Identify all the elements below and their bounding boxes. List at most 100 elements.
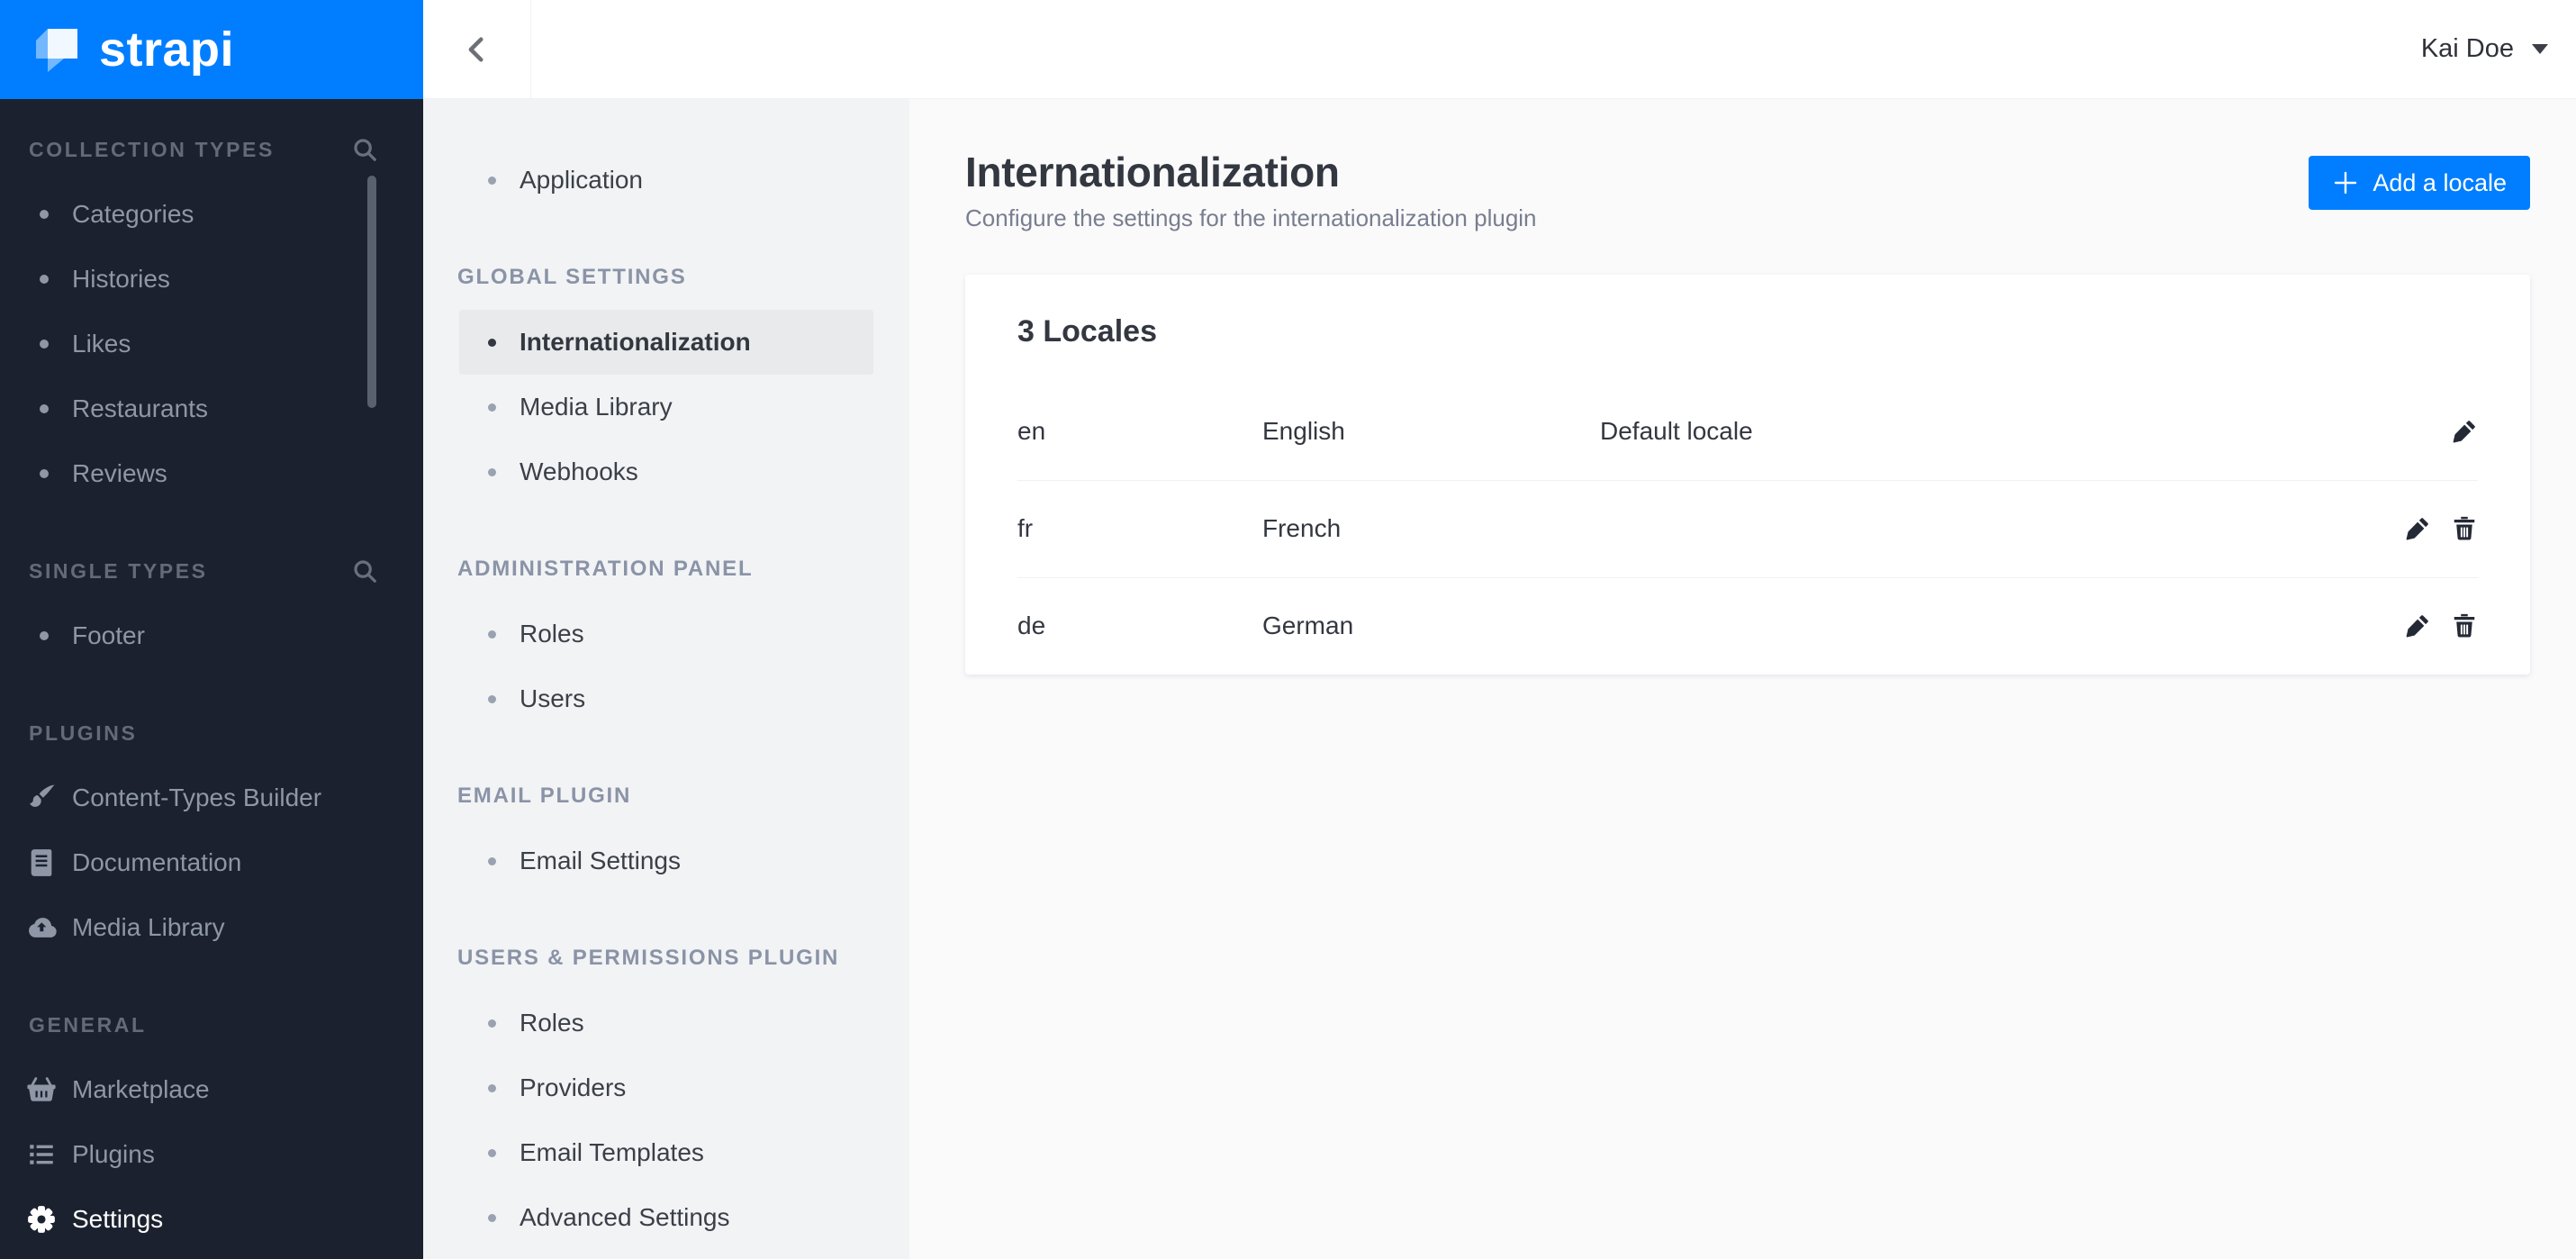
main-content: Internationalization Configure the setti… — [909, 99, 2576, 1259]
settings-item-webhooks[interactable]: Webhooks — [459, 439, 873, 504]
list-icon — [25, 1139, 58, 1170]
row-actions — [2404, 515, 2478, 542]
section-title: COLLECTION TYPES — [29, 137, 275, 161]
bullet-icon — [40, 340, 49, 349]
delete-locale-button[interactable] — [2451, 612, 2478, 639]
strapi-logo-icon — [34, 27, 79, 72]
pencil-icon — [2406, 615, 2428, 638]
bullet-icon — [488, 694, 496, 703]
strapi-admin: strapi COLLECTION TYPES Categories Histo… — [0, 0, 2576, 1259]
sidebar-item-label: Plugins — [72, 1140, 155, 1168]
settings-group-title-email-plugin: EMAIL PLUGIN — [457, 783, 632, 808]
section-header: PLUGINS — [0, 701, 423, 765]
locales-card: 3 Locales en English Default locale fr F… — [965, 275, 2530, 675]
settings-item-label: Application — [520, 166, 643, 194]
user-menu[interactable]: Kai Doe — [2421, 34, 2576, 64]
sidebar-item-histories[interactable]: Histories — [0, 247, 423, 312]
sidebar-item-likes[interactable]: Likes — [0, 312, 423, 376]
sidebar-item-label: Settings — [72, 1205, 164, 1233]
pencil-icon — [2453, 421, 2475, 443]
locale-row-fr[interactable]: fr French — [965, 480, 2530, 577]
settings-item-label: Roles — [520, 620, 584, 648]
trash-icon — [2454, 614, 2475, 638]
bullet-icon — [40, 404, 49, 413]
settings-item-providers[interactable]: Providers — [459, 1055, 873, 1120]
paint-brush-icon — [25, 783, 58, 813]
strapi-logo-text: strapi — [99, 23, 235, 77]
cloud-upload-icon — [25, 912, 58, 943]
page-subtitle: Configure the settings for the internati… — [965, 204, 1537, 232]
sidebar-item-settings[interactable]: Settings — [0, 1187, 423, 1252]
trash-icon — [2454, 517, 2475, 540]
search-icon[interactable] — [351, 557, 378, 584]
settings-item-label: Email Settings — [520, 847, 681, 874]
locale-row-en[interactable]: en English Default locale — [965, 383, 2530, 480]
sidebar-item-footer[interactable]: Footer — [0, 603, 423, 668]
sidebar-item-label: Likes — [72, 330, 131, 358]
settings-group-title-users-permissions-plugin: USERS & PERMISSIONS PLUGIN — [457, 946, 840, 970]
bullet-icon — [488, 338, 496, 347]
settings-item-media-library[interactable]: Media Library — [459, 375, 873, 439]
settings-group-title-administration-panel: ADMINISTRATION PANEL — [457, 557, 754, 581]
back-button[interactable] — [423, 0, 531, 98]
sidebar-section-collection-types: COLLECTION TYPES Categories Histories Li… — [0, 117, 423, 506]
settings-item-internationalization[interactable]: Internationalization — [459, 310, 873, 375]
bullet-icon — [40, 469, 49, 478]
sidebar-item-marketplace[interactable]: Marketplace — [0, 1057, 423, 1122]
sidebar-item-label: Histories — [72, 265, 170, 293]
settings-item-application[interactable]: Application — [459, 148, 873, 213]
settings-item-admin-users[interactable]: Users — [459, 666, 873, 731]
shopping-basket-icon — [25, 1074, 58, 1105]
settings-item-up-roles[interactable]: Roles — [459, 991, 873, 1055]
locale-code: en — [1017, 417, 1046, 446]
section-title: SINGLE TYPES — [29, 558, 208, 583]
body-row: Application GLOBAL SETTINGS Internationa… — [423, 99, 2576, 1259]
sidebar-item-plugins[interactable]: Plugins — [0, 1122, 423, 1187]
settings-sidebar: Application GLOBAL SETTINGS Internationa… — [423, 99, 909, 1259]
main-sidebar: strapi COLLECTION TYPES Categories Histo… — [0, 0, 423, 1259]
row-actions — [2404, 612, 2478, 639]
bullet-icon — [40, 275, 49, 284]
settings-group-title-global-settings: GLOBAL SETTINGS — [457, 265, 687, 289]
page-header: Internationalization Configure the setti… — [965, 150, 2530, 232]
bullet-icon — [488, 1083, 496, 1092]
plus-icon — [2332, 169, 2359, 196]
bullet-icon — [488, 1019, 496, 1028]
sidebar-item-categories[interactable]: Categories — [0, 182, 423, 247]
strapi-logo[interactable]: strapi — [0, 0, 423, 99]
sidebar-item-media-library[interactable]: Media Library — [0, 895, 423, 960]
sidebar-item-content-types-builder[interactable]: Content-Types Builder — [0, 765, 423, 830]
right-column: Kai Doe Application GLOBAL SETTINGS Inte… — [423, 0, 2576, 1259]
settings-item-admin-roles[interactable]: Roles — [459, 602, 873, 666]
settings-item-label: Webhooks — [520, 457, 638, 485]
gear-icon — [25, 1204, 58, 1235]
section-header: GENERAL — [0, 992, 423, 1057]
locale-row-de[interactable]: de German — [965, 577, 2530, 675]
page-title: Internationalization — [965, 149, 1340, 195]
edit-locale-button[interactable] — [2404, 612, 2431, 639]
edit-locale-button[interactable] — [2404, 515, 2431, 542]
settings-item-email-settings[interactable]: Email Settings — [459, 829, 873, 893]
sidebar-item-label: Restaurants — [72, 394, 208, 422]
section-header: SINGLE TYPES — [0, 539, 423, 603]
search-icon[interactable] — [351, 136, 378, 163]
settings-item-label: Users — [520, 684, 586, 712]
settings-item-advanced-settings[interactable]: Advanced Settings — [459, 1185, 873, 1250]
sidebar-item-documentation[interactable]: Documentation — [0, 830, 423, 895]
locales-count: 3 Locales — [1017, 313, 1157, 349]
sidebar-item-reviews[interactable]: Reviews — [0, 441, 423, 506]
delete-locale-button[interactable] — [2451, 515, 2478, 542]
edit-locale-button[interactable] — [2451, 418, 2478, 445]
bullet-icon — [40, 210, 49, 219]
bullet-icon — [488, 630, 496, 639]
topbar: Kai Doe — [423, 0, 2576, 99]
section-title: GENERAL — [29, 1012, 147, 1037]
settings-item-email-templates[interactable]: Email Templates — [459, 1120, 873, 1185]
scrollbar-thumb[interactable] — [367, 176, 376, 408]
sidebar-item-label: Footer — [72, 621, 145, 649]
add-locale-button[interactable]: Add a locale — [2309, 156, 2530, 210]
settings-item-label: Email Templates — [520, 1138, 704, 1166]
bullet-icon — [488, 467, 496, 476]
sidebar-item-restaurants[interactable]: Restaurants — [0, 376, 423, 441]
add-locale-label: Add a locale — [2373, 168, 2507, 196]
